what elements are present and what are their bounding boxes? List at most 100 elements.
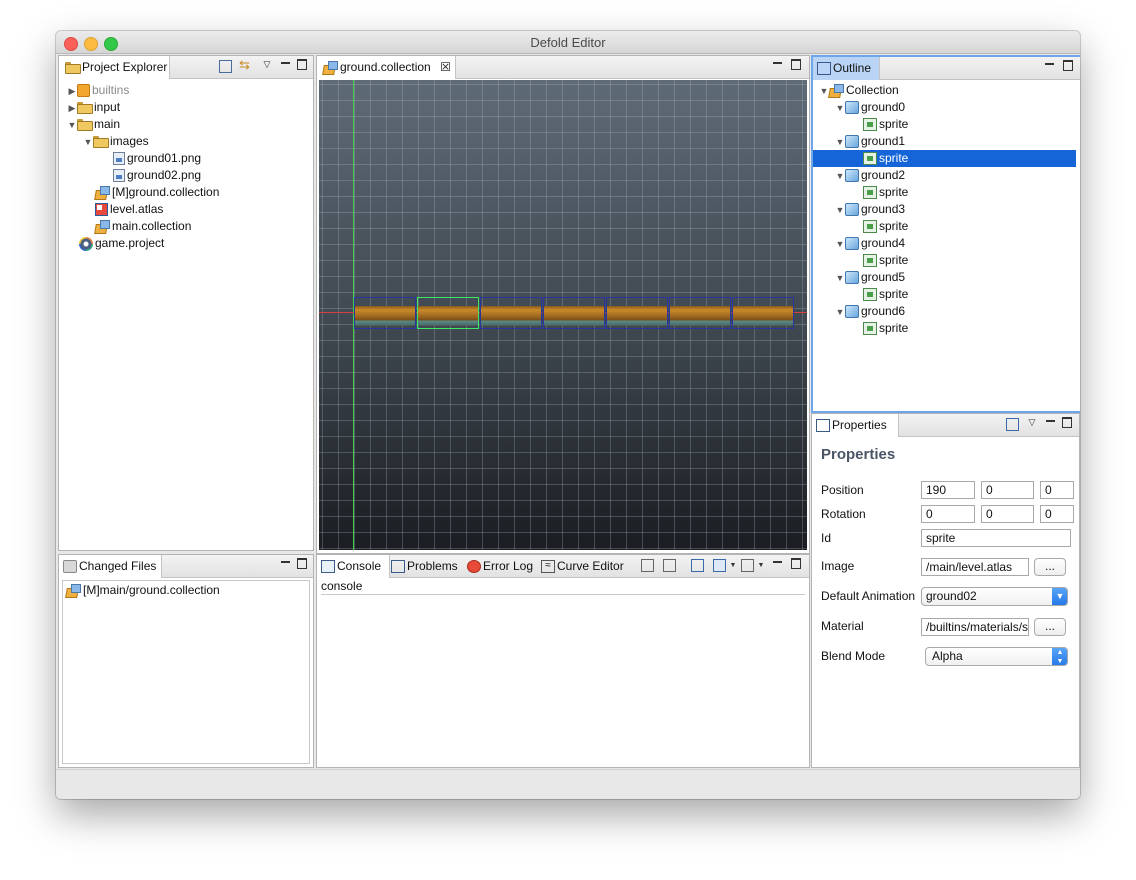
close-tab-icon[interactable]: ☒ (440, 60, 451, 74)
game-object-icon (845, 101, 859, 115)
maximize-view-icon[interactable] (1063, 60, 1073, 71)
tab-curve-editor[interactable]: ≈ Curve Editor (537, 555, 630, 577)
minimize-view-icon[interactable] (1045, 63, 1054, 65)
image-field[interactable]: /main/level.atlas (921, 558, 1029, 576)
default-animation-select[interactable]: ground02 ▼ (921, 587, 1068, 606)
tab-ground-collection[interactable]: ground.collection ☒ (317, 56, 456, 79)
maximize-view-icon[interactable] (791, 59, 801, 70)
tab-outline[interactable]: Outline (813, 57, 880, 80)
console-output[interactable] (319, 596, 807, 765)
tree-item-ground02[interactable]: ground02.png (113, 167, 201, 184)
tree-item-images[interactable]: ▼ images (83, 133, 149, 150)
tree-item-input[interactable]: ▶ input (67, 99, 120, 116)
outline-item-sprite[interactable]: sprite (863, 252, 908, 269)
rotation-z-field[interactable]: 0 (1040, 505, 1074, 523)
collapse-arrow-icon[interactable]: ▼ (835, 202, 845, 219)
outline-item-game-object[interactable]: ▼ ground6 (835, 303, 905, 320)
outline-item-sprite[interactable]: sprite (863, 116, 908, 133)
tree-item-ground-collection[interactable]: [M]ground.collection (95, 184, 219, 201)
expand-arrow-icon[interactable]: ▶ (67, 100, 77, 117)
collapse-all-icon[interactable] (219, 60, 232, 73)
outline-icon (817, 62, 831, 76)
maximize-view-icon[interactable] (1062, 417, 1072, 428)
link-with-editor-icon[interactable]: ⇆ (239, 58, 252, 72)
clear-console-icon[interactable] (641, 559, 654, 572)
ground-tile[interactable] (480, 297, 542, 329)
scene-viewport[interactable] (319, 80, 807, 550)
game-object-icon (845, 271, 859, 285)
outline-item-sprite[interactable]: sprite (813, 150, 1076, 167)
position-x-field[interactable]: 190 (921, 481, 975, 499)
tree-item-main[interactable]: ▼ main (67, 116, 120, 133)
position-y-field[interactable]: 0 (981, 481, 1034, 499)
outline-item-game-object[interactable]: ▼ ground2 (835, 167, 905, 184)
outline-item-sprite[interactable]: sprite (863, 218, 908, 235)
outline-item-game-object[interactable]: ▼ ground4 (835, 235, 905, 252)
material-field[interactable]: /builtins/materials/s (921, 618, 1029, 636)
ground-tile[interactable] (669, 297, 731, 329)
collapse-arrow-icon[interactable]: ▼ (67, 117, 77, 134)
maximize-view-icon[interactable] (297, 59, 307, 70)
minimize-view-icon[interactable] (281, 62, 290, 64)
tab-changed-files[interactable]: Changed Files (59, 555, 162, 578)
tab-console[interactable]: Console (317, 555, 390, 578)
maximize-view-icon[interactable] (791, 558, 801, 569)
tab-label: ground.collection (340, 60, 431, 74)
open-console-icon[interactable] (741, 559, 754, 572)
tab-error-log[interactable]: Error Log (463, 555, 539, 577)
outline-item-sprite[interactable]: sprite (863, 320, 908, 337)
chevron-down-icon[interactable]: ▼ (755, 561, 767, 573)
collapse-arrow-icon[interactable]: ▼ (835, 236, 845, 253)
outline-item-game-object[interactable]: ▼ ground5 (835, 269, 905, 286)
blend-mode-select[interactable]: Alpha ▲ ▼ (925, 647, 1068, 666)
list-item[interactable]: [M]main/ground.collection (66, 582, 220, 599)
tree-item-game-project[interactable]: game.project (79, 235, 164, 252)
tree-item-label: sprite (879, 185, 909, 199)
maximize-view-icon[interactable] (297, 558, 307, 569)
collapse-arrow-icon[interactable]: ▼ (835, 270, 845, 287)
collapse-arrow-icon[interactable]: ▼ (835, 304, 845, 321)
minimize-view-icon[interactable] (773, 62, 782, 64)
collapse-arrow-icon[interactable]: ▼ (83, 134, 93, 151)
minimize-view-icon[interactable] (773, 561, 782, 563)
collapse-arrow-icon[interactable]: ▼ (835, 134, 845, 151)
outline-item-game-object[interactable]: ▼ ground3 (835, 201, 905, 218)
id-field[interactable]: sprite (921, 529, 1071, 547)
tab-problems[interactable]: Problems (387, 555, 464, 577)
view-menu-icon[interactable]: ▽ (261, 59, 273, 71)
tree-item-ground01[interactable]: ground01.png (113, 150, 201, 167)
tab-properties[interactable]: Properties (812, 414, 899, 437)
scroll-lock-icon[interactable] (663, 559, 676, 572)
outline-item-game-object[interactable]: ▼ ground1 (835, 133, 905, 150)
minimize-view-icon[interactable] (281, 561, 290, 563)
view-menu-icon[interactable]: ▽ (1026, 417, 1038, 429)
outline-item-game-object[interactable]: ▼ ground0 (835, 99, 905, 116)
ground-tile[interactable] (543, 297, 605, 329)
pin-properties-icon[interactable] (1006, 418, 1019, 431)
outline-item-sprite[interactable]: sprite (863, 286, 908, 303)
pin-console-icon[interactable] (691, 559, 704, 572)
browse-material-button[interactable]: ... (1034, 618, 1066, 636)
sprite-icon (863, 118, 877, 132)
tree-item-main-collection[interactable]: main.collection (95, 218, 191, 235)
chevron-down-icon[interactable]: ▼ (727, 561, 739, 573)
display-console-icon[interactable] (713, 559, 726, 572)
rotation-y-field[interactable]: 0 (981, 505, 1034, 523)
ground-tile[interactable] (606, 297, 668, 329)
tree-item-builtins[interactable]: ▶ builtins (67, 82, 129, 99)
tree-item-level-atlas[interactable]: level.atlas (95, 201, 163, 218)
collapse-arrow-icon[interactable]: ▼ (835, 100, 845, 117)
tab-project-explorer[interactable]: Project Explorer (59, 56, 170, 79)
outline-root[interactable]: ▼ Collection (819, 82, 899, 99)
rotation-x-field[interactable]: 0 (921, 505, 975, 523)
ground-tile[interactable] (417, 297, 479, 329)
ground-tile[interactable] (732, 297, 794, 329)
expand-arrow-icon[interactable]: ▶ (67, 83, 77, 100)
console-tabbar: Console Problems Error Log ≈ Curve Editor… (317, 555, 809, 578)
browse-image-button[interactable]: ... (1034, 558, 1066, 576)
ground-tile[interactable] (354, 297, 416, 329)
collapse-arrow-icon[interactable]: ▼ (835, 168, 845, 185)
outline-item-sprite[interactable]: sprite (863, 184, 908, 201)
position-z-field[interactable]: 0 (1040, 481, 1074, 499)
minimize-view-icon[interactable] (1046, 420, 1055, 422)
